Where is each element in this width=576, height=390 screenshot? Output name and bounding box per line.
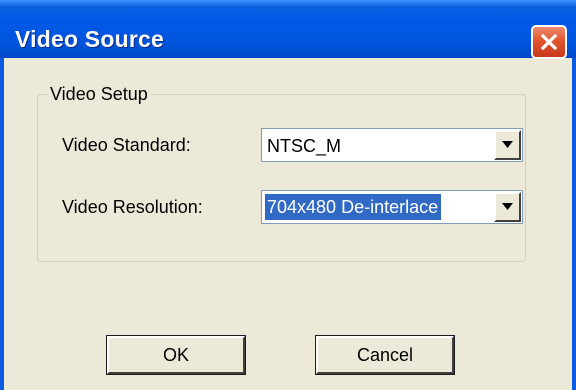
close-button[interactable] [531, 25, 567, 59]
group-legend: Video Setup [47, 84, 151, 105]
ok-button[interactable]: OK [106, 335, 246, 375]
window-frame-right [572, 58, 576, 390]
window-title: Video Source [15, 26, 164, 52]
window-frame-left [0, 58, 4, 390]
video-standard-dropdown-button[interactable] [494, 130, 521, 160]
video-standard-label: Video Standard: [62, 135, 191, 155]
video-standard-value: NTSC_M [267, 136, 342, 156]
video-standard-select[interactable]: NTSC_M [261, 128, 523, 162]
cancel-button[interactable]: Cancel [315, 335, 455, 375]
close-icon [540, 33, 558, 51]
video-resolution-select[interactable]: 704x480 De-interlace [261, 190, 523, 224]
video-resolution-dropdown-button[interactable] [494, 192, 521, 222]
chevron-down-icon [502, 203, 513, 210]
title-bar[interactable]: Video Source [0, 0, 576, 59]
video-setup-group [37, 94, 526, 262]
chevron-down-icon [502, 141, 513, 148]
video-resolution-value: 704x480 De-interlace [265, 194, 442, 220]
video-resolution-label: Video Resolution: [62, 197, 203, 217]
